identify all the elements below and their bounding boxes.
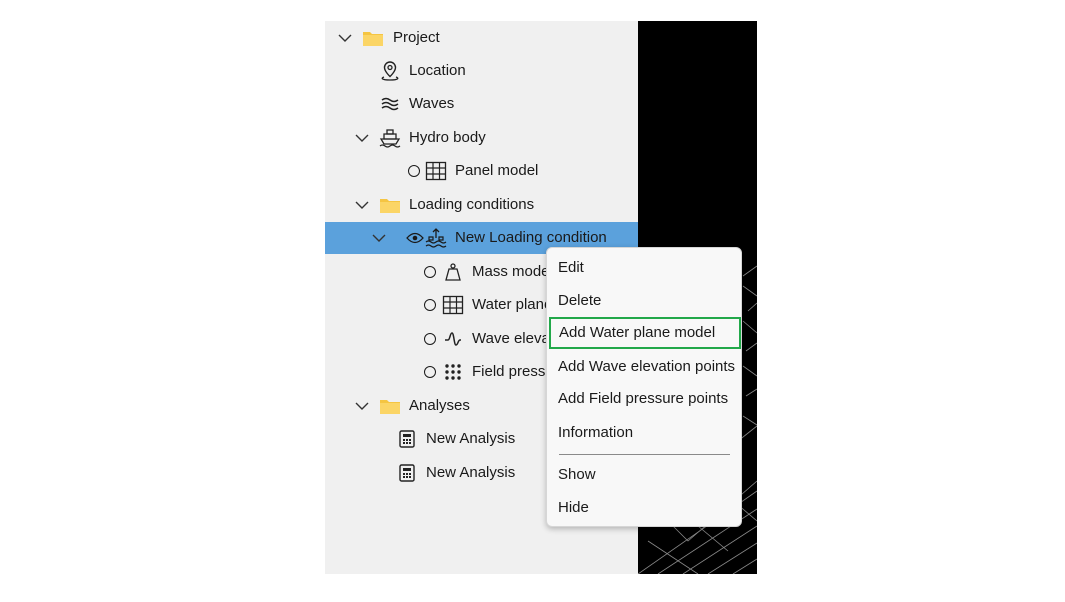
visibility-radio[interactable] (423, 289, 437, 321)
dots-grid-icon (442, 356, 464, 388)
menu-item-add-wave-elevation-points[interactable]: Add Wave elevation points (547, 351, 741, 383)
folder-icon (379, 390, 401, 422)
menu-separator (559, 454, 730, 455)
tree-item-panel-model[interactable]: Panel model (325, 155, 638, 187)
menu-item-show[interactable]: Show (547, 459, 741, 491)
menu-item-edit[interactable]: Edit (547, 252, 741, 284)
chevron-down-icon[interactable] (353, 189, 371, 221)
loading-condition-icon (425, 222, 447, 254)
chevron-down-icon[interactable] (370, 222, 388, 254)
ship-icon (379, 122, 401, 154)
menu-item-information[interactable]: Information (547, 417, 741, 449)
tree-item-label: Loading conditions (409, 196, 535, 213)
tree-item-project[interactable]: Project (325, 22, 638, 54)
visibility-radio[interactable] (423, 323, 437, 355)
menu-item-hide[interactable]: Hide (547, 492, 741, 524)
calculator-icon (396, 423, 418, 455)
folder-icon (379, 189, 401, 221)
folder-icon (362, 22, 384, 54)
grid-icon (442, 289, 464, 321)
chevron-down-icon[interactable] (353, 122, 371, 154)
tree-item-label: Project (393, 29, 440, 46)
calculator-icon (396, 457, 418, 489)
mass-weight-icon (442, 256, 464, 288)
grid-icon (425, 155, 447, 187)
tree-item-waves[interactable]: Waves (325, 88, 638, 120)
tree-item-label: Location (409, 62, 466, 79)
menu-item-add-water-plane-model[interactable]: Add Water plane model (549, 317, 741, 349)
tree-item-label: Panel model (455, 162, 539, 179)
visibility-radio[interactable] (423, 256, 437, 288)
location-pin-icon (379, 55, 401, 87)
tree-item-label: Hydro body (409, 129, 486, 146)
menu-item-delete[interactable]: Delete (547, 285, 741, 317)
tree-item-label: Analyses (409, 397, 470, 414)
tree-item-label: Mass model (472, 263, 553, 280)
context-menu: Edit Delete Add Water plane model Add Wa… (546, 247, 742, 527)
tree-item-label: Water plane (472, 296, 553, 313)
chevron-down-icon[interactable] (353, 390, 371, 422)
visibility-radio[interactable] (423, 356, 437, 388)
tree-item-location[interactable]: Location (325, 55, 638, 87)
menu-item-add-field-pressure-points[interactable]: Add Field pressure points (547, 383, 741, 415)
tree-item-hydro-body[interactable]: Hydro body (325, 122, 638, 154)
tree-item-label: New Analysis (426, 464, 516, 481)
chevron-down-icon[interactable] (336, 22, 354, 54)
tree-item-label: Waves (409, 95, 455, 112)
wave-signal-icon (442, 323, 464, 355)
waves-icon (379, 88, 401, 120)
visibility-radio[interactable] (407, 155, 421, 187)
tree-item-label: New Analysis (426, 430, 516, 447)
eye-icon[interactable] (406, 222, 424, 254)
tree-item-loading-conditions[interactable]: Loading conditions (325, 189, 638, 221)
